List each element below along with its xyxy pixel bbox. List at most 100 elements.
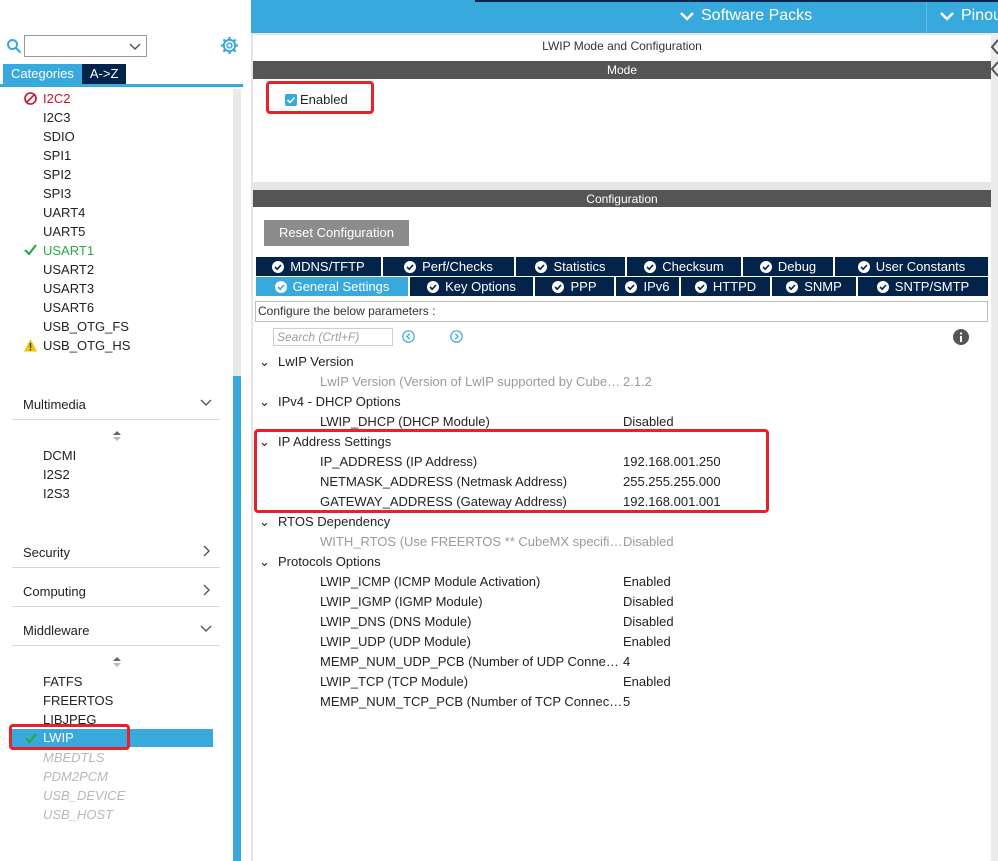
tab-checksum[interactable]: Checksum <box>627 257 741 276</box>
param-memp-num-tcp-pcb[interactable]: MEMP_NUM_TCP_PCB (Number of TCP Connec… <box>320 694 622 710</box>
param-lwip-dns-value[interactable]: Disabled <box>623 614 674 630</box>
section-computing[interactable]: Computing <box>12 571 220 607</box>
param-memp-num-udp-pcb[interactable]: MEMP_NUM_UDP_PCB (Number of UDP Conne… <box>320 654 619 670</box>
sidebar-item-usart6[interactable]: USART6 <box>43 300 94 316</box>
sort-icon[interactable] <box>112 430 122 442</box>
tab-general-settings-label: General Settings <box>292 279 390 294</box>
sidebar-scrollbar-thumb[interactable] <box>233 376 241 861</box>
software-packs-label: Software Packs <box>701 7 813 24</box>
tick-circle-icon <box>625 281 638 293</box>
param-lwip-udp[interactable]: LWIP_UDP (UDP Module) <box>320 634 471 650</box>
tab-ppp[interactable]: PPP <box>535 277 614 296</box>
sidebar-item-usb-otg-hs[interactable]: USB_OTG_HS <box>43 338 130 354</box>
sidebar-item-uart4[interactable]: UART4 <box>43 205 85 221</box>
sidebar-item-i2c3[interactable]: I2C3 <box>43 110 70 126</box>
tab-mdns-tftp[interactable]: MDNS/TFTP <box>256 257 381 276</box>
gear-icon[interactable] <box>220 36 239 55</box>
tick-circle-icon <box>552 281 565 293</box>
chevron-down-icon[interactable] <box>129 40 141 52</box>
tab-perf-checks[interactable]: Perf/Checks <box>383 257 514 276</box>
tick-circle-icon <box>272 261 285 273</box>
tab-statistics[interactable]: Statistics <box>516 257 625 276</box>
tree-group-lwip-version[interactable]: ⌄ LwIP Version <box>259 354 354 370</box>
tick-circle-icon <box>786 281 799 293</box>
collapse-arrow-icon[interactable] <box>989 38 998 78</box>
tab-sntp-smtp-label: SNTP/SMTP <box>894 279 970 294</box>
param-memp-num-udp-pcb-value[interactable]: 4 <box>623 654 630 670</box>
param-lwip-icmp[interactable]: LWIP_ICMP (ICMP Module Activation) <box>320 574 540 590</box>
sidebar-item-fatfs[interactable]: FATFS <box>43 674 82 690</box>
tick-circle-icon <box>876 281 889 293</box>
section-multimedia[interactable]: Multimedia <box>12 384 220 420</box>
reset-configuration-button[interactable]: Reset Configuration <box>264 220 409 246</box>
section-security[interactable]: Security <box>12 532 220 568</box>
sidebar-item-usart2[interactable]: USART2 <box>43 262 94 278</box>
sidebar-item-usb-device[interactable]: USB_DEVICE <box>43 788 125 804</box>
sidebar-item-usb-otg-fs[interactable]: USB_OTG_FS <box>43 319 129 335</box>
configure-caption: Configure the below parameters : <box>255 301 988 322</box>
sidebar-item-usb-host[interactable]: USB_HOST <box>43 807 113 823</box>
param-lwip-version-value[interactable]: 2.1.2 <box>623 374 652 390</box>
tab-key-options[interactable]: Key Options <box>410 277 533 296</box>
sidebar-item-spi2[interactable]: SPI2 <box>43 167 71 183</box>
tree-group-ipv4-dhcp[interactable]: ⌄ IPv4 - DHCP Options <box>259 394 401 410</box>
next-icon[interactable] <box>450 330 463 343</box>
sidebar-item-mbedtls[interactable]: MBEDTLS <box>43 750 104 766</box>
tab-user-constants-label: User Constants <box>875 259 966 274</box>
param-search-input[interactable]: Search (Crtl+F) <box>273 328 393 346</box>
sidebar-item-i2s2[interactable]: I2S2 <box>43 467 70 483</box>
top-nav-separator <box>926 2 927 33</box>
software-packs-menu[interactable]: Software Packs <box>680 7 812 25</box>
sidebar-item-i2s3[interactable]: I2S3 <box>43 486 70 502</box>
sidebar-item-uart5[interactable]: UART5 <box>43 224 85 240</box>
sidebar-item-pdm2pcm[interactable]: PDM2PCM <box>43 769 108 785</box>
param-with-rtos-value[interactable]: Disabled <box>623 534 674 550</box>
tick-circle-icon <box>535 261 548 273</box>
param-with-rtos[interactable]: WITH_RTOS (Use FREERTOS ** CubeMX specif… <box>320 534 622 550</box>
tab-user-constants[interactable]: User Constants <box>835 257 988 276</box>
param-lwip-version[interactable]: LwIP Version (Version of LwIP supported … <box>320 374 620 390</box>
sidebar-item-freertos[interactable]: FREERTOS <box>43 693 113 709</box>
sidebar-item-usart1[interactable]: USART1 <box>43 243 94 259</box>
prev-icon[interactable] <box>402 330 415 343</box>
tab-debug[interactable]: Debug <box>743 257 833 276</box>
tree-group-protocols[interactable]: ⌄ Protocols Options <box>259 554 381 570</box>
search-combo[interactable] <box>24 35 147 57</box>
tab-ipv6[interactable]: IPv6 <box>616 277 679 296</box>
pinout-menu[interactable]: Pinou <box>940 7 998 25</box>
param-lwip-icmp-value[interactable]: Enabled <box>623 574 671 590</box>
sort-icon[interactable] <box>112 656 122 668</box>
tab-a-to-z[interactable]: A->Z <box>81 64 127 84</box>
tab-snmp[interactable]: SNMP <box>772 277 856 296</box>
tab-perf-checks-label: Perf/Checks <box>422 259 493 274</box>
warning-icon <box>24 339 37 352</box>
param-lwip-tcp[interactable]: LWIP_TCP (TCP Module) <box>320 674 468 690</box>
tree-group-label: LwIP Version <box>278 354 354 369</box>
tree-group-rtos[interactable]: ⌄ RTOS Dependency <box>259 514 390 530</box>
sidebar-item-usart3[interactable]: USART3 <box>43 281 94 297</box>
sidebar-item-dcmi[interactable]: DCMI <box>43 448 76 464</box>
info-icon[interactable] <box>953 329 969 345</box>
sidebar-item-i2c2[interactable]: I2C2 <box>43 91 70 107</box>
param-lwip-dns[interactable]: LWIP_DNS (DNS Module) <box>320 614 471 630</box>
right-edge-scrollbar[interactable] <box>991 33 998 861</box>
error-icon <box>24 92 37 105</box>
param-lwip-igmp[interactable]: LWIP_IGMP (IGMP Module) <box>320 594 483 610</box>
tab-httpd[interactable]: HTTPD <box>681 277 770 296</box>
section-multimedia-label: Multimedia <box>23 397 86 412</box>
param-lwip-udp-value[interactable]: Enabled <box>623 634 671 650</box>
section-middleware[interactable]: Middleware <box>12 610 220 646</box>
param-lwip-tcp-value[interactable]: Enabled <box>623 674 671 690</box>
param-memp-num-tcp-pcb-value[interactable]: 5 <box>623 694 630 710</box>
sidebar-item-sdio[interactable]: SDIO <box>43 129 75 145</box>
page-title: LWIP Mode and Configuration <box>253 35 991 61</box>
tab-sntp-smtp[interactable]: SNTP/SMTP <box>858 277 988 296</box>
param-lwip-igmp-value[interactable]: Disabled <box>623 594 674 610</box>
sidebar-item-spi1[interactable]: SPI1 <box>43 148 71 164</box>
chevron-down-icon <box>200 625 212 632</box>
tab-categories[interactable]: Categories <box>3 64 82 84</box>
sidebar-item-spi3[interactable]: SPI3 <box>43 186 71 202</box>
param-lwip-dhcp-value[interactable]: Disabled <box>623 414 674 430</box>
param-lwip-dhcp[interactable]: LWIP_DHCP (DHCP Module) <box>320 414 490 430</box>
tab-general-settings[interactable]: General Settings <box>256 277 408 296</box>
